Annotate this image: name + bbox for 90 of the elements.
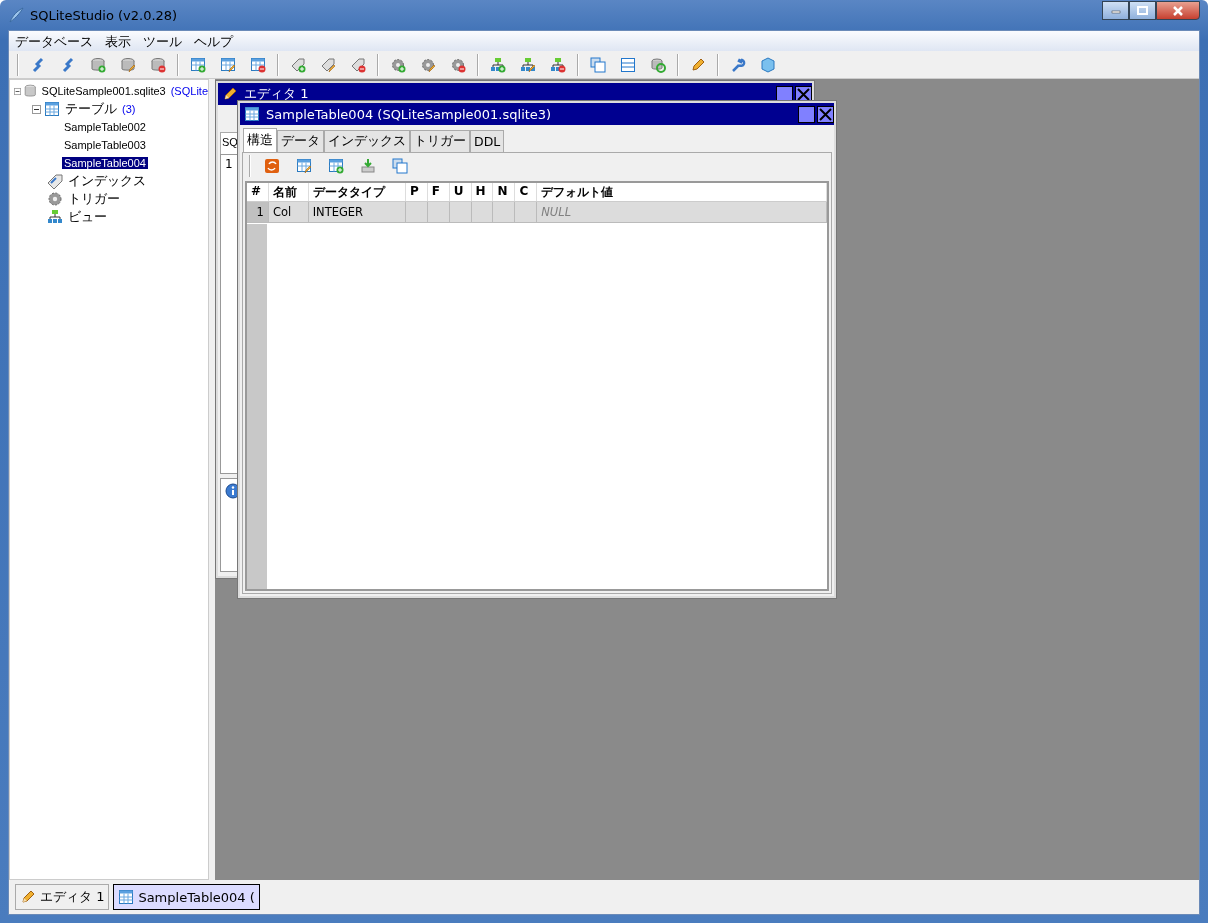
tree-item[interactable]: トリガー — [66, 190, 122, 208]
column-header[interactable]: P — [405, 183, 428, 201]
close-button[interactable] — [1156, 1, 1200, 20]
table-icon — [328, 158, 344, 174]
database-refresh-icon — [650, 56, 666, 73]
table-icon — [190, 56, 206, 73]
row-number: 1 — [247, 202, 269, 222]
tab[interactable]: DDL — [470, 130, 505, 152]
tree-item[interactable]: テーブル — [63, 100, 119, 118]
window-switch-button[interactable]: エディタ 1 — [15, 884, 110, 910]
database-icon — [90, 56, 106, 73]
editor-tab[interactable]: SQ — [220, 132, 240, 154]
tree-note: (SQLite — [170, 85, 208, 97]
collapse-icon[interactable] — [14, 86, 22, 96]
download-icon — [360, 158, 376, 174]
tag-icon — [47, 173, 63, 189]
column-header[interactable]: C — [515, 183, 538, 201]
editor-window-title: エディタ 1 — [244, 85, 309, 103]
table-icon — [250, 56, 266, 73]
hierarchy-icon — [520, 56, 536, 73]
column-header[interactable]: F — [427, 183, 450, 201]
maximize-icon — [1136, 5, 1149, 16]
tab[interactable]: 構造 — [243, 128, 277, 152]
tag-icon — [350, 56, 366, 73]
column-header[interactable]: 名前 — [268, 183, 309, 201]
column-header[interactable]: H — [471, 183, 494, 201]
minimize-button[interactable] — [1102, 1, 1129, 20]
tree-item[interactable]: SQLiteSample001.sqlite3 — [39, 85, 168, 97]
pencil-icon — [690, 56, 706, 73]
plug-icon — [60, 56, 76, 73]
window-title: SQLiteStudio (v2.0.28) — [30, 7, 178, 23]
collapse-icon[interactable] — [32, 104, 41, 114]
hierarchy-icon — [490, 56, 506, 73]
table-cell: Col — [268, 202, 309, 222]
table-icon — [244, 106, 260, 122]
feather-icon — [8, 7, 24, 23]
table-icon — [44, 101, 60, 117]
tree-note: (3) — [122, 103, 136, 115]
cube-icon — [760, 56, 776, 73]
windows-icon — [392, 158, 408, 174]
column-header[interactable]: データタイプ — [308, 183, 406, 201]
windows-icon — [590, 56, 606, 73]
hierarchy-icon — [47, 209, 63, 225]
hierarchy-icon — [550, 56, 566, 73]
tree-item[interactable]: SampleTable004 — [62, 157, 148, 169]
menu-item[interactable]: データベース — [9, 31, 99, 51]
rows-icon — [620, 56, 636, 73]
gear-icon — [47, 191, 63, 207]
column-header[interactable]: U — [449, 183, 472, 201]
menu-item[interactable]: ツール — [137, 31, 188, 51]
maximize-button[interactable] — [798, 105, 815, 123]
pencil-icon — [20, 889, 36, 905]
close-button[interactable] — [817, 105, 834, 123]
menu-item[interactable]: ヘルプ — [188, 31, 239, 51]
tag-icon — [290, 56, 306, 73]
table-icon — [220, 56, 236, 73]
tree-item[interactable]: SampleTable002 — [62, 121, 148, 133]
gear-icon — [450, 56, 466, 73]
tab[interactable]: データ — [277, 130, 324, 152]
refresh-icon — [264, 158, 280, 174]
menu-item[interactable]: 表示 — [99, 31, 137, 51]
column-header[interactable]: N — [493, 183, 516, 201]
plug-icon — [30, 56, 46, 73]
column-header[interactable]: # — [247, 183, 269, 201]
close-icon — [797, 87, 810, 101]
gear-icon — [390, 56, 406, 73]
pencil-icon — [222, 86, 238, 102]
tree-item[interactable]: インデックス — [66, 172, 148, 190]
tab[interactable]: インデックス — [324, 130, 410, 152]
table-icon — [296, 158, 312, 174]
database-icon — [150, 56, 166, 73]
tree-item[interactable]: SampleTable003 — [62, 139, 148, 151]
database-icon — [120, 56, 136, 73]
maximize-button[interactable] — [1129, 1, 1156, 20]
tree-item[interactable]: ビュー — [66, 208, 109, 226]
close-icon — [819, 107, 832, 121]
table-cell: NULL — [537, 202, 827, 222]
window-switch-button[interactable]: SampleTable004 ( — [113, 884, 260, 910]
tag-icon — [320, 56, 336, 73]
gear-icon — [420, 56, 436, 73]
table-window-title: SampleTable004 (SQLiteSample001.sqlite3) — [266, 106, 552, 122]
minimize-icon — [1110, 7, 1121, 14]
column-header[interactable]: デフォルト値 — [537, 183, 827, 201]
wrench-icon — [730, 56, 746, 73]
table-icon — [118, 889, 135, 905]
database-icon — [24, 82, 37, 100]
table-cell: INTEGER — [308, 202, 406, 222]
line-number: 1 — [225, 157, 233, 171]
tab[interactable]: トリガー — [410, 130, 470, 152]
close-icon — [1172, 5, 1184, 16]
